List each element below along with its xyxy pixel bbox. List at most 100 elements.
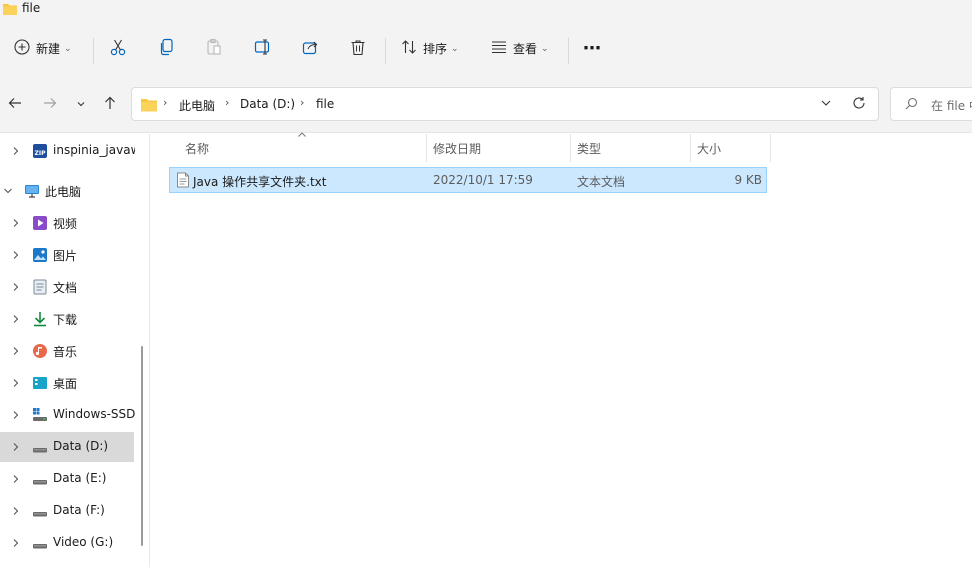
folder-icon xyxy=(2,2,18,19)
breadcrumb-data-d[interactable]: Data (D:) xyxy=(240,97,295,111)
chevron-right-icon[interactable] xyxy=(10,313,22,325)
chevron-right-icon[interactable] xyxy=(10,409,22,421)
more-options-button[interactable]: ⋯ xyxy=(583,20,602,77)
recent-locations-button[interactable] xyxy=(71,94,91,114)
chevron-right-icon[interactable] xyxy=(10,281,22,293)
column-header-modified[interactable]: 修改日期 xyxy=(425,134,569,162)
column-header-size[interactable]: 大小 xyxy=(689,134,769,162)
download-icon xyxy=(32,311,48,327)
chevron-down-icon: ⌄ xyxy=(451,43,459,54)
sort-button[interactable]: 排序 ⌄ xyxy=(401,20,459,77)
chevron-right-icon[interactable] xyxy=(10,537,22,549)
chevron-down-icon: ⌄ xyxy=(64,43,72,54)
chevron-right-icon[interactable] xyxy=(10,441,22,453)
sidebar-item-documents[interactable]: 文档 xyxy=(0,272,134,302)
sidebar-item-this-pc[interactable]: 此电脑 xyxy=(0,176,134,206)
sidebar-item-label: Data (D:) xyxy=(53,439,109,453)
sidebar-item-label: 此电脑 xyxy=(45,185,82,199)
column-header-type[interactable]: 类型 xyxy=(569,134,689,162)
sidebar-item-music[interactable]: 音乐 xyxy=(0,336,134,366)
pictures-icon xyxy=(32,247,48,263)
sidebar-scrollbar[interactable] xyxy=(141,346,143,546)
search-placeholder: 在 file 中 xyxy=(931,99,972,113)
chevron-down-icon: ⌄ xyxy=(541,43,549,54)
navigation-pane: ZIP inspinia_javaw 此电脑 视频 图片 文档 下载 音乐 桌面 xyxy=(0,134,150,567)
chevron-right-icon[interactable] xyxy=(10,377,22,389)
list-view-icon xyxy=(491,40,507,57)
svg-text:ZIP: ZIP xyxy=(35,150,47,157)
sidebar-item-inspinia[interactable]: ZIP inspinia_javaw xyxy=(0,136,135,166)
cut-button[interactable] xyxy=(110,20,126,77)
breadcrumb-separator: › xyxy=(225,96,230,109)
address-history-button[interactable] xyxy=(820,97,832,112)
chevron-right-icon[interactable] xyxy=(10,249,22,261)
chevron-right-icon[interactable] xyxy=(10,505,22,517)
delete-button[interactable] xyxy=(350,20,366,77)
search-box[interactable]: 在 file 中 xyxy=(890,87,972,121)
desktop-icon xyxy=(32,375,48,391)
chevron-right-icon[interactable] xyxy=(10,345,22,357)
computer-icon xyxy=(24,183,40,199)
breadcrumb-file[interactable]: file xyxy=(316,97,334,111)
arrow-left-icon xyxy=(8,96,22,113)
sidebar-item-pictures[interactable]: 图片 xyxy=(0,240,134,270)
drive-icon xyxy=(32,503,48,519)
toolbar-divider xyxy=(385,38,386,64)
sort-arrows-icon xyxy=(401,39,417,58)
drive-icon xyxy=(32,471,48,487)
chevron-right-icon[interactable] xyxy=(10,473,22,485)
file-list: 名称 修改日期 类型 大小 Java 操作共享文件夹.txt 2022/10/1… xyxy=(150,132,972,567)
paste-button[interactable] xyxy=(206,20,222,77)
more-options-icon: ⋯ xyxy=(583,38,602,59)
new-button[interactable]: 新建 ⌄ xyxy=(14,20,72,77)
up-button[interactable] xyxy=(100,94,120,114)
file-type: 文本文档 xyxy=(577,175,626,189)
sidebar-item-videos[interactable]: 视频 xyxy=(0,208,134,238)
sidebar-item-windows-ssd[interactable]: Windows-SSD xyxy=(0,400,135,430)
sidebar-item-label: Data (E:) xyxy=(53,471,107,485)
text-file-icon xyxy=(176,172,190,191)
window-title: file xyxy=(22,1,41,15)
new-button-label: 新建 xyxy=(36,42,61,56)
breadcrumb-this-pc[interactable]: 此电脑 xyxy=(179,97,215,114)
sidebar-item-label: Data (F:) xyxy=(53,503,105,517)
music-icon xyxy=(32,343,48,359)
sidebar-item-label: 文档 xyxy=(53,281,78,295)
folder-icon xyxy=(140,97,158,115)
sidebar-item-downloads[interactable]: 下载 xyxy=(0,304,134,334)
table-row[interactable]: Java 操作共享文件夹.txt 2022/10/1 17:59 文本文档 9 … xyxy=(169,167,767,193)
copy-button[interactable] xyxy=(159,20,175,77)
sidebar-item-label: 桌面 xyxy=(53,377,78,391)
column-header-name[interactable]: 名称 xyxy=(177,134,427,162)
arrow-up-icon xyxy=(103,96,117,113)
share-button[interactable] xyxy=(302,20,320,77)
copy-icon xyxy=(159,38,175,59)
share-icon xyxy=(302,39,320,58)
documents-icon xyxy=(32,279,48,295)
search-icon xyxy=(905,97,918,113)
breadcrumb-separator: › xyxy=(300,96,305,109)
address-bar[interactable]: › 此电脑 › Data (D:) › file xyxy=(131,87,879,121)
navigation-bar: › 此电脑 › Data (D:) › file 在 file 中 xyxy=(0,77,972,133)
forward-button[interactable] xyxy=(40,94,60,114)
file-name: Java 操作共享文件夹.txt xyxy=(193,175,327,189)
rename-button[interactable] xyxy=(254,20,272,77)
refresh-icon[interactable] xyxy=(852,96,866,113)
trash-icon xyxy=(350,39,366,59)
chevron-right-icon[interactable] xyxy=(10,145,22,157)
chevron-down-icon[interactable] xyxy=(2,185,14,197)
view-button[interactable]: 查看 ⌄ xyxy=(491,20,549,77)
sidebar-item-desktop[interactable]: 桌面 xyxy=(0,368,134,398)
sidebar-item-video-g[interactable]: Video (G:) xyxy=(0,528,134,558)
sidebar-item-label: inspinia_javaw xyxy=(53,143,135,157)
back-button[interactable] xyxy=(5,94,25,114)
sidebar-item-data-d[interactable]: Data (D:) xyxy=(0,432,134,462)
sidebar-item-data-f[interactable]: Data (F:) xyxy=(0,496,134,526)
sidebar-item-label: Windows-SSD xyxy=(53,407,135,421)
column-divider[interactable] xyxy=(770,134,771,162)
file-modified: 2022/10/1 17:59 xyxy=(433,173,533,187)
windows-drive-icon xyxy=(32,407,48,423)
chevron-right-icon[interactable] xyxy=(10,217,22,229)
sidebar-item-data-e[interactable]: Data (E:) xyxy=(0,464,134,494)
title-bar: file xyxy=(0,0,972,20)
